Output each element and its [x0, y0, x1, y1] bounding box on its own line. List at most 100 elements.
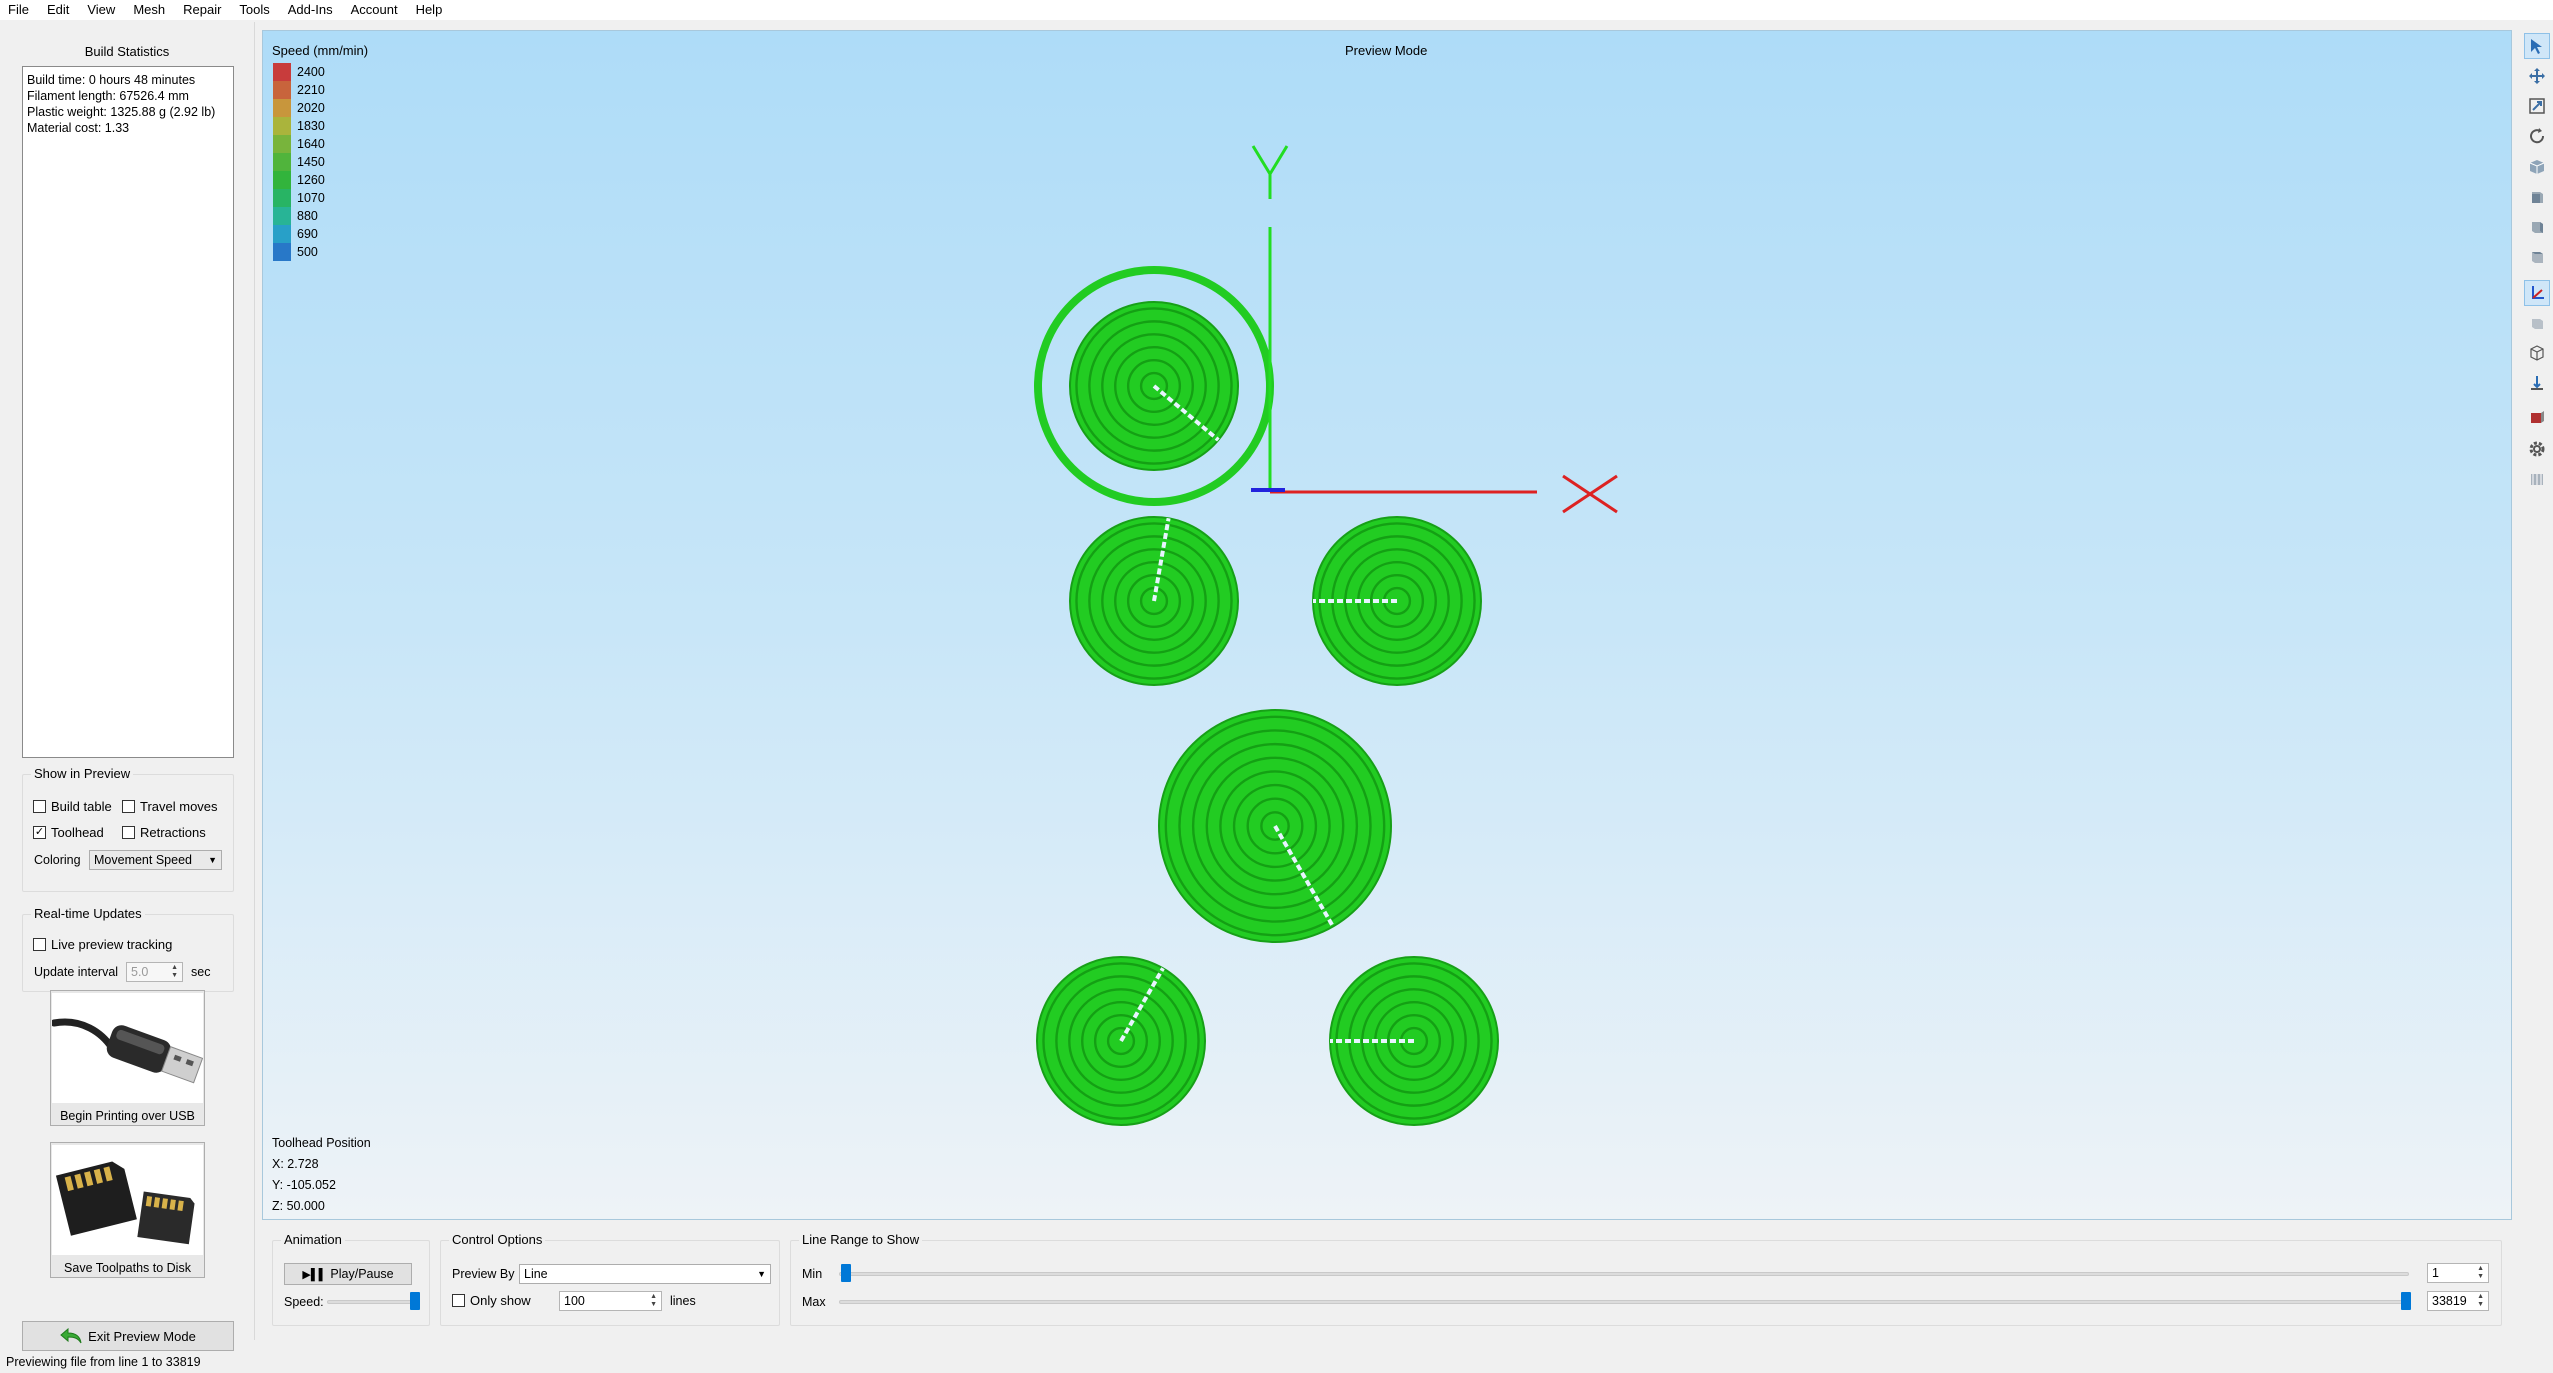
legend-value: 1830: [297, 119, 325, 133]
machine-icon[interactable]: [2524, 466, 2550, 492]
only-show-checkbox[interactable]: Only show: [452, 1293, 531, 1308]
legend-entry: 1070: [273, 189, 325, 207]
play-pause-button[interactable]: ▶▌▌ Play/Pause: [284, 1263, 412, 1285]
coloring-select[interactable]: Movement Speed ▼: [89, 850, 222, 870]
view-side-icon[interactable]: [2524, 214, 2550, 240]
update-interval-spinbox[interactable]: 5.0 ▲ ▼: [126, 962, 183, 982]
checkbox-box[interactable]: [452, 1294, 465, 1307]
save-toolpaths-button[interactable]: Save Toolpaths to Disk: [50, 1142, 205, 1278]
min-slider-handle[interactable]: [841, 1264, 851, 1282]
live-preview-label: Live preview tracking: [51, 937, 173, 952]
status-bar: Previewing file from line 1 to 33819: [0, 1352, 2553, 1373]
show-in-preview-title: Show in Preview: [31, 766, 134, 781]
gear-icon[interactable]: [2524, 436, 2550, 462]
view-front-icon[interactable]: [2524, 184, 2550, 210]
toolhead-position: Toolhead Position X: 2.728 Y: -105.052 Z…: [272, 1133, 371, 1217]
toolpath-disc-5: [1036, 956, 1206, 1126]
chevron-down-icon: ▼: [208, 855, 217, 865]
min-slider-track[interactable]: [839, 1272, 2409, 1276]
legend-value: 1260: [297, 173, 325, 187]
live-preview-checkbox[interactable]: Live preview tracking: [33, 937, 172, 952]
preview-viewport[interactable]: Speed (mm/min) 2400 2210 2020 1830 1640 1450 1…: [262, 30, 2512, 1220]
max-line-spinbox[interactable]: 33819 ▲ ▼: [2427, 1291, 2489, 1311]
checkbox-box[interactable]: [33, 938, 46, 951]
stat-build-time: Build time: 0 hours 48 minutes: [27, 73, 196, 87]
max-slider-track[interactable]: [839, 1300, 2409, 1304]
menu-repair[interactable]: Repair: [174, 0, 230, 20]
menu-account[interactable]: Account: [342, 0, 407, 20]
travel-moves-checkbox[interactable]: Travel moves: [122, 799, 218, 814]
cut-icon[interactable]: [2524, 404, 2550, 430]
toolpath-disc-4: [1158, 709, 1392, 943]
lines-label: lines: [670, 1294, 696, 1308]
max-line-value: 33819: [2432, 1294, 2467, 1308]
exit-preview-mode-label: Exit Preview Mode: [88, 1328, 196, 1344]
toolpath-scene[interactable]: [263, 31, 2513, 1221]
wireframe-icon[interactable]: [2524, 340, 2550, 366]
legend-entry: 2210: [273, 81, 325, 99]
build-table-checkbox[interactable]: Build table: [33, 799, 112, 814]
spin-arrows-icon[interactable]: ▲ ▼: [650, 1293, 657, 1309]
stat-material-cost: Material cost: 1.33: [27, 121, 130, 135]
axis-gizmo: [1251, 145, 1618, 514]
toolhead-y: Y: -105.052: [272, 1178, 336, 1192]
select-cursor-icon[interactable]: [2524, 33, 2550, 59]
move-icon[interactable]: [2524, 63, 2550, 89]
travel-moves-label: Travel moves: [140, 799, 218, 814]
menu-tools[interactable]: Tools: [230, 0, 278, 20]
legend-swatch: [273, 171, 291, 189]
legend-entry: 1640: [273, 135, 325, 153]
checkbox-box[interactable]: [33, 800, 46, 813]
begin-printing-usb-label: Begin Printing over USB: [60, 1109, 195, 1123]
menu-help[interactable]: Help: [407, 0, 452, 20]
speed-label: Speed:: [284, 1295, 324, 1309]
menu-mesh[interactable]: Mesh: [124, 0, 174, 20]
speed-slider-track[interactable]: [327, 1300, 419, 1304]
retractions-checkbox[interactable]: Retractions: [122, 825, 206, 840]
toolhead-checkbox[interactable]: ✓ Toolhead: [33, 825, 104, 840]
toolhead-position-title: Toolhead Position: [272, 1136, 371, 1150]
menu-add-ins[interactable]: Add-Ins: [279, 0, 342, 20]
menu-bar: File Edit View Mesh Repair Tools Add-Ins…: [0, 0, 2553, 20]
min-label: Min: [802, 1267, 823, 1281]
max-slider-handle[interactable]: [2401, 1292, 2411, 1310]
toolpath-disc-3: [1312, 516, 1482, 686]
legend-swatch: [273, 63, 291, 81]
left-panel: Build Statistics Build time: 0 hours 48 …: [0, 22, 255, 1351]
toolpath-disc-6: [1329, 956, 1499, 1126]
build-statistics-box: Build time: 0 hours 48 minutes Filament …: [22, 66, 234, 758]
toolpath-disc-2: [1069, 516, 1239, 686]
speed-slider-handle[interactable]: [410, 1292, 420, 1310]
spin-arrows-icon[interactable]: ▲ ▼: [2477, 1293, 2484, 1309]
menu-view[interactable]: View: [78, 0, 124, 20]
toolpath-disc-1: [1069, 301, 1239, 471]
stat-plastic-weight: Plastic weight: 1325.88 g (2.92 lb): [27, 105, 216, 119]
measure-icon[interactable]: [2524, 370, 2550, 396]
play-pause-label: Play/Pause: [330, 1267, 394, 1281]
begin-printing-usb-button[interactable]: Begin Printing over USB: [50, 990, 205, 1126]
play-pause-icon: ▶▌▌: [302, 1268, 327, 1281]
only-show-lines-spinbox[interactable]: 100 ▲ ▼: [559, 1291, 662, 1311]
build-volume-icon[interactable]: [2524, 310, 2550, 336]
view-top-icon[interactable]: [2524, 244, 2550, 270]
preview-by-select[interactable]: Line ▼: [519, 1264, 771, 1284]
spin-arrows-icon[interactable]: ▲ ▼: [171, 964, 178, 980]
exit-preview-mode-button[interactable]: Exit Preview Mode: [22, 1321, 234, 1351]
min-line-value: 1: [2432, 1266, 2439, 1280]
spin-arrows-icon[interactable]: ▲ ▼: [2477, 1265, 2484, 1281]
checkbox-box[interactable]: [122, 826, 135, 839]
min-line-spinbox[interactable]: 1 ▲ ▼: [2427, 1263, 2489, 1283]
update-interval-label: Update interval: [34, 965, 119, 979]
checkmark-icon[interactable]: ✓: [33, 826, 46, 839]
toolhead-x: X: 2.728: [272, 1157, 319, 1171]
scale-icon[interactable]: [2524, 93, 2550, 119]
toolhead-z: Z: 50.000: [272, 1199, 325, 1213]
menu-edit[interactable]: Edit: [38, 0, 78, 20]
legend-value: 690: [297, 227, 318, 241]
legend-entry: 1260: [273, 171, 325, 189]
rotate-icon[interactable]: [2524, 123, 2550, 149]
checkbox-box[interactable]: [122, 800, 135, 813]
menu-file[interactable]: File: [6, 0, 38, 20]
axes-toggle-icon[interactable]: [2524, 280, 2550, 306]
view-iso-icon[interactable]: [2524, 154, 2550, 180]
